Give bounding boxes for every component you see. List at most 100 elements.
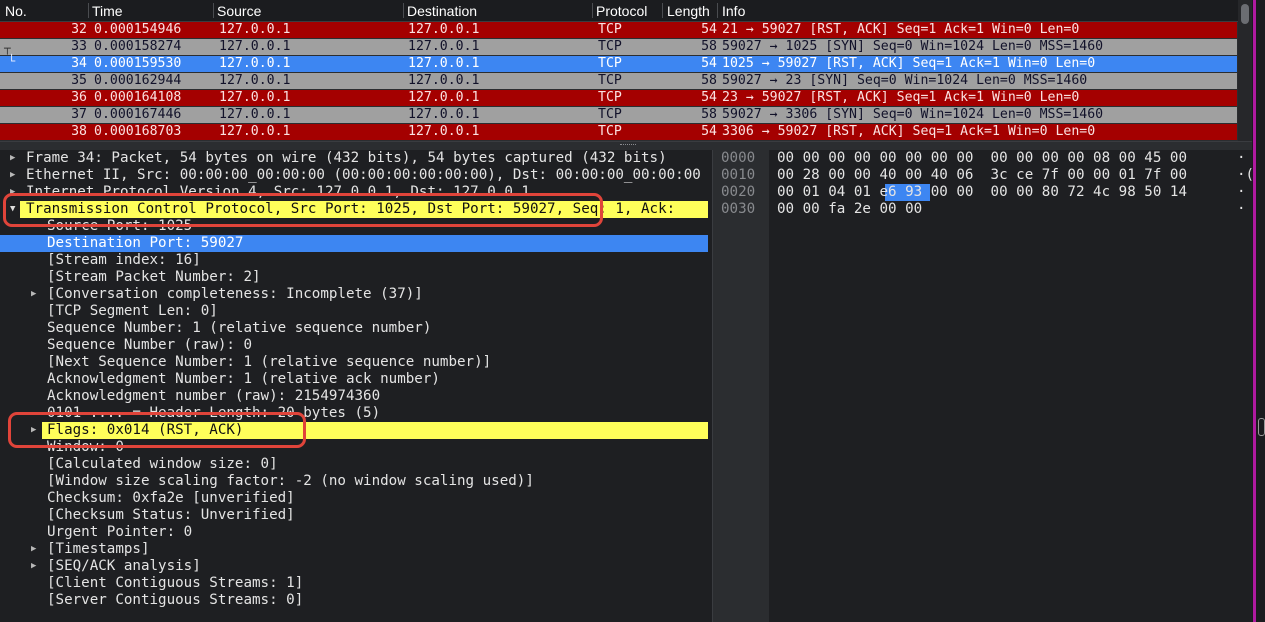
- tree-item-label: [Timestamps]: [47, 541, 150, 557]
- tree-item-server-streams[interactable]: [Server Contiguous Streams: 0]: [0, 592, 708, 609]
- column-separator[interactable]: [403, 3, 404, 18]
- ascii-bytes[interactable]: ·: [1237, 201, 1246, 218]
- column-time[interactable]: Time: [92, 3, 123, 19]
- packet-protocol: TCP: [598, 124, 622, 139]
- packet-list-header: No. Time Source Destination Protocol Len…: [0, 0, 1252, 22]
- packet-list-scrollbar[interactable]: [1238, 0, 1252, 141]
- column-info[interactable]: Info: [722, 3, 745, 19]
- tree-item-seg-len[interactable]: [TCP Segment Len: 0]: [0, 303, 708, 320]
- tree-item-calc-window[interactable]: [Calculated window size: 0]: [0, 456, 708, 473]
- tree-item-stream-index[interactable]: [Stream index: 16]: [0, 252, 708, 269]
- tree-item-label: Sequence Number (raw): 0: [47, 337, 252, 353]
- splitter-grip-icon[interactable]: [620, 144, 636, 147]
- packet-destination: 127.0.0.1: [408, 56, 480, 71]
- tree-item-ack-raw[interactable]: Acknowledgment number (raw): 2154974360: [0, 388, 708, 405]
- tree-item-label: Checksum: 0xfa2e [unverified]: [47, 490, 295, 506]
- tree-item-frame[interactable]: ▶ Frame 34: Packet, 54 bytes on wire (43…: [0, 150, 708, 167]
- column-separator[interactable]: [662, 3, 663, 18]
- hex-bytes[interactable]: 00 00 00 00 00 00 00 00 00 00 00 00 08 0…: [777, 150, 1187, 167]
- column-separator[interactable]: [213, 3, 214, 18]
- column-separator[interactable]: [88, 3, 89, 18]
- tree-item-label: [Next Sequence Number: 1 (relative seque…: [47, 354, 492, 370]
- packet-row[interactable]: 36 0.000164108 127.0.0.1 127.0.0.1 TCP 5…: [0, 90, 1237, 106]
- byte-offset: 0020: [721, 184, 756, 200]
- packet-info: 21 → 59027 [RST, ACK] Seq=1 Ack=1 Win=0 …: [722, 22, 1080, 37]
- window-accent-line: [1253, 0, 1256, 622]
- tree-item-stream-packet[interactable]: [Stream Packet Number: 2]: [0, 269, 708, 286]
- packet-row[interactable]: 35 0.000162944 127.0.0.1 127.0.0.1 TCP 5…: [0, 73, 1237, 89]
- packet-length: 54: [701, 90, 717, 105]
- tree-item-window-scaling[interactable]: [Window size scaling factor: -2 (no wind…: [0, 473, 708, 490]
- tree-item-seq-raw[interactable]: Sequence Number (raw): 0: [0, 337, 708, 354]
- packet-protocol: TCP: [598, 90, 622, 105]
- scrollbar-thumb[interactable]: [1241, 4, 1249, 24]
- packet-destination: 127.0.0.1: [408, 22, 480, 37]
- tree-item-urgent[interactable]: Urgent Pointer: 0: [0, 524, 708, 541]
- packet-no: 34: [71, 56, 87, 71]
- column-separator[interactable]: [717, 3, 718, 18]
- ascii-bytes[interactable]: ·: [1237, 184, 1246, 201]
- tree-item-conversation[interactable]: ▶ [Conversation completeness: Incomplete…: [0, 286, 708, 303]
- tree-item-client-streams[interactable]: [Client Contiguous Streams: 1]: [0, 575, 708, 592]
- packet-list[interactable]: No. Time Source Destination Protocol Len…: [0, 0, 1252, 141]
- tree-item-dst-port[interactable]: Destination Port: 59027: [0, 235, 708, 252]
- column-separator[interactable]: [592, 3, 593, 18]
- tree-item-seq[interactable]: Sequence Number: 1 (relative sequence nu…: [0, 320, 708, 337]
- edge-handle-icon[interactable]: [1258, 418, 1265, 436]
- expand-arrow-icon[interactable]: ▶: [10, 150, 15, 167]
- tree-item-seq-ack[interactable]: ▶ [SEQ/ACK analysis]: [0, 558, 708, 575]
- packet-time: 0.000168703: [94, 124, 182, 139]
- column-no[interactable]: No.: [5, 3, 27, 19]
- tree-item-label: Acknowledgment number (raw): 2154974360: [47, 388, 381, 404]
- packet-row-selected[interactable]: └ 34 0.000159530 127.0.0.1 127.0.0.1 TCP…: [0, 54, 1237, 72]
- offset-column: [713, 150, 769, 622]
- packet-no: 36: [71, 90, 87, 105]
- column-protocol[interactable]: Protocol: [596, 3, 647, 19]
- packet-length: 58: [701, 39, 717, 54]
- packet-row[interactable]: ┬ 33 0.000158274 127.0.0.1 127.0.0.1 TCP…: [0, 39, 1237, 55]
- packet-no: 32: [71, 22, 87, 37]
- tree-item-label: Acknowledgment Number: 1 (relative ack n…: [47, 371, 440, 387]
- tree-item-checksum-status[interactable]: [Checksum Status: Unverified]: [0, 507, 708, 524]
- hex-bytes[interactable]: 00 01 04 01 e6 93 00 00 00 00 80 72 4c 9…: [777, 184, 1187, 201]
- packet-protocol: TCP: [598, 39, 622, 54]
- packet-row[interactable]: 37 0.000167446 127.0.0.1 127.0.0.1 TCP 5…: [0, 107, 1237, 123]
- tree-item-timestamps[interactable]: ▶ [Timestamps]: [0, 541, 708, 558]
- conversation-end-icon: └: [8, 54, 16, 68]
- column-destination[interactable]: Destination: [407, 3, 477, 19]
- packet-info: 23 → 59027 [RST, ACK] Seq=1 Ack=1 Win=0 …: [722, 90, 1080, 105]
- packet-source: 127.0.0.1: [219, 73, 291, 88]
- expand-arrow-icon[interactable]: ▶: [31, 541, 36, 558]
- expand-arrow-icon[interactable]: ▶: [31, 286, 36, 303]
- tree-item-next-seq[interactable]: [Next Sequence Number: 1 (relative seque…: [0, 354, 708, 371]
- tree-item-checksum[interactable]: Checksum: 0xfa2e [unverified]: [0, 490, 708, 507]
- packet-source: 127.0.0.1: [219, 107, 291, 122]
- packet-info: 59027 → 3306 [SYN] Seq=0 Win=1024 Len=0 …: [722, 107, 1104, 122]
- hex-bytes[interactable]: 00 28 00 00 40 00 40 06 3c ce 7f 00 00 0…: [777, 167, 1187, 184]
- pane-splitter[interactable]: [0, 141, 1252, 150]
- packet-info: 1025 → 59027 [RST, ACK] Seq=1 Ack=1 Win=…: [722, 56, 1096, 71]
- packet-protocol: TCP: [598, 22, 622, 37]
- packet-bytes-pane[interactable]: 0000 00 00 00 00 00 00 00 00 00 00 00 00…: [712, 150, 1254, 622]
- hex-bytes[interactable]: 00 00 fa 2e 00 00: [777, 201, 922, 218]
- packet-row[interactable]: 38 0.000168703 127.0.0.1 127.0.0.1 TCP 5…: [0, 124, 1237, 140]
- column-length[interactable]: Length: [667, 3, 710, 19]
- packet-info: 59027 → 1025 [SYN] Seq=0 Win=1024 Len=0 …: [722, 39, 1104, 54]
- ascii-bytes[interactable]: ·: [1237, 150, 1246, 167]
- tree-item-ethernet[interactable]: ▶ Ethernet II, Src: 00:00:00_00:00:00 (0…: [0, 167, 708, 184]
- packet-details-tree[interactable]: ▶ Frame 34: Packet, 54 bytes on wire (43…: [0, 150, 708, 622]
- packet-time: 0.000167446: [94, 107, 182, 122]
- tree-item-ack[interactable]: Acknowledgment Number: 1 (relative ack n…: [0, 371, 708, 388]
- annotation-box-flags: [8, 412, 306, 448]
- expand-arrow-icon[interactable]: ▶: [31, 558, 36, 575]
- column-source[interactable]: Source: [217, 3, 261, 19]
- packet-row[interactable]: 32 0.000154946 127.0.0.1 127.0.0.1 TCP 5…: [0, 22, 1237, 38]
- packet-protocol: TCP: [598, 73, 622, 88]
- tree-item-label: [Conversation completeness: Incomplete (…: [47, 286, 423, 302]
- packet-time: 0.000158274: [94, 39, 182, 54]
- tree-item-label: [TCP Segment Len: 0]: [47, 303, 218, 319]
- packet-destination: 127.0.0.1: [408, 124, 480, 139]
- expand-arrow-icon[interactable]: ▶: [10, 167, 15, 184]
- tree-item-label: Urgent Pointer: 0: [47, 524, 193, 540]
- packet-destination: 127.0.0.1: [408, 90, 480, 105]
